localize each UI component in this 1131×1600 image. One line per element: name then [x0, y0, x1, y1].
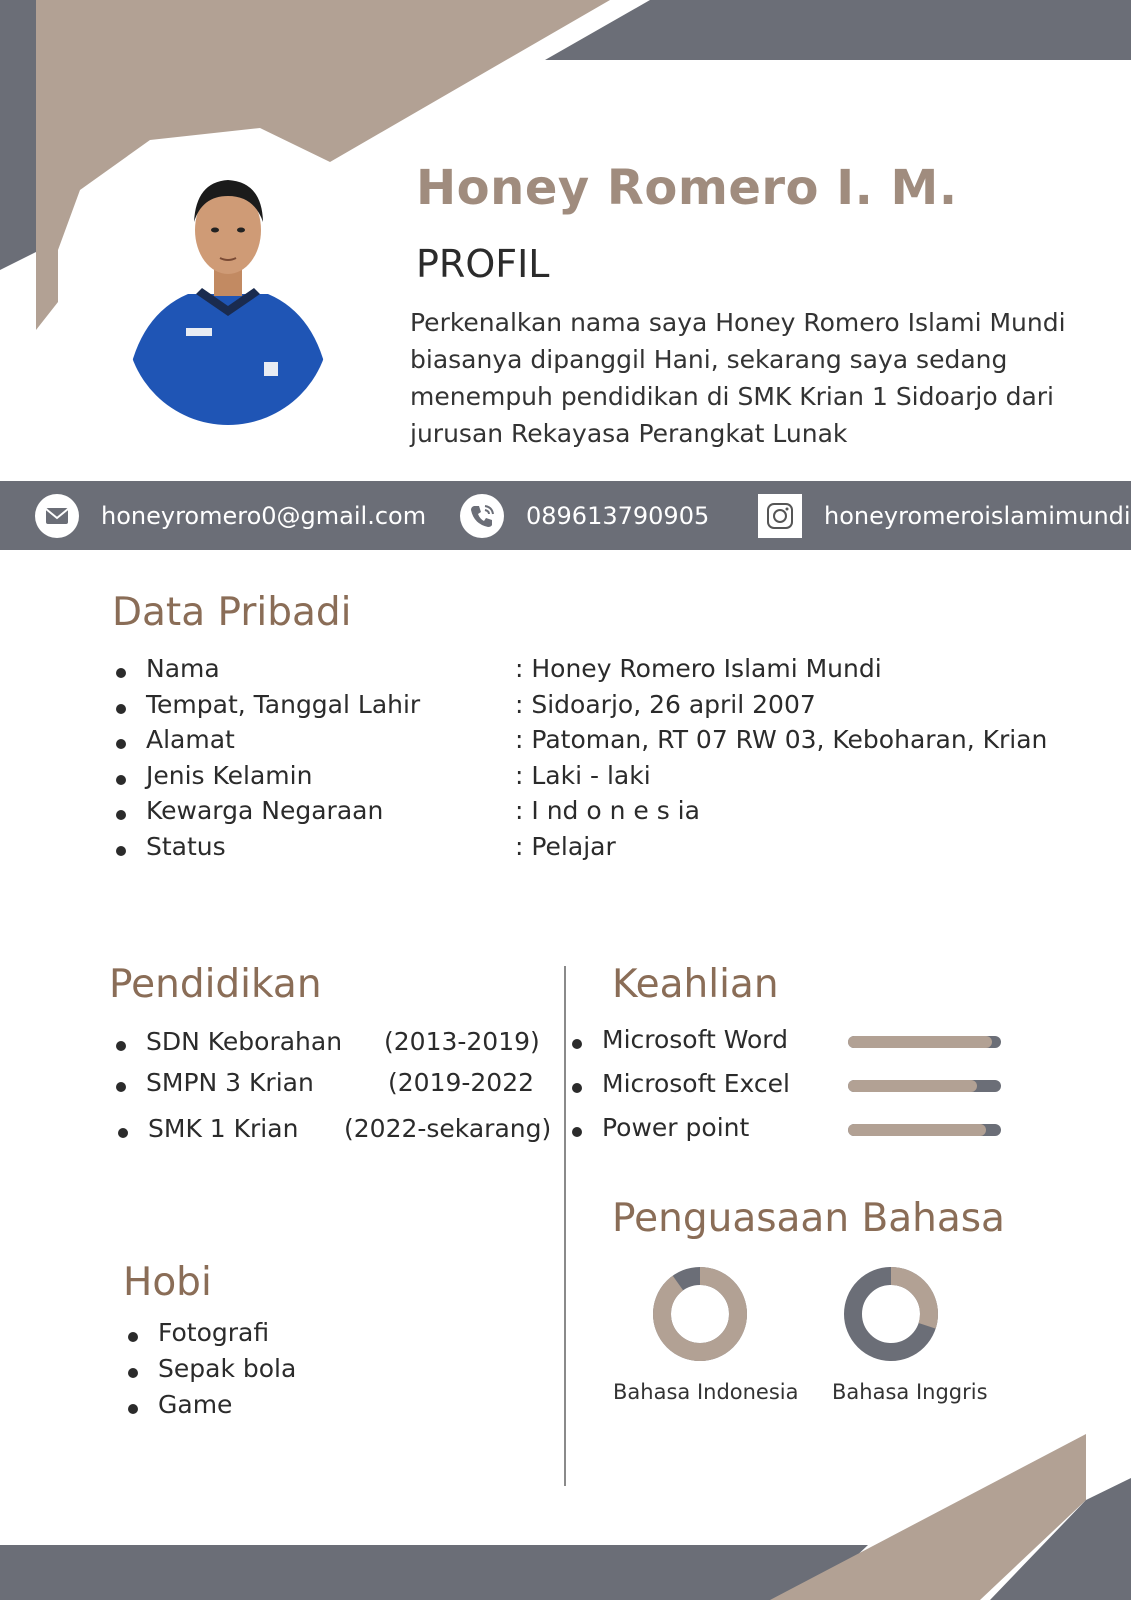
bullet [118, 1128, 128, 1138]
top-left-slate-strip [0, 0, 36, 270]
pendidikan-row: SMK 1 Krian (2022-sekarang) [114, 1114, 554, 1150]
data-pribadi-row: Tempat, Tanggal Lahir : Sidoarjo, 26 apr… [114, 690, 1114, 726]
data-pribadi-row: Jenis Kelamin : Laki - laki [114, 761, 1114, 797]
row-value: : I nd o n e s ia [515, 796, 700, 825]
school-name: SMK 1 Krian [148, 1114, 299, 1143]
hobi-label: Sepak bola [158, 1354, 297, 1383]
bullet [128, 1368, 138, 1378]
bullet [116, 1041, 126, 1051]
person-name: Honey Romero I. M. [416, 160, 958, 216]
school-name: SDN Keborahan [146, 1027, 343, 1056]
school-years: (2022-sekarang) [344, 1114, 552, 1143]
bullet [116, 775, 126, 785]
bahasa-title: Penguasaan Bahasa [612, 1196, 1005, 1241]
profile-photo [126, 180, 330, 425]
pendidikan-title: Pendidikan [109, 962, 322, 1007]
skill-bar-fill [848, 1080, 977, 1092]
email-text: honeyromero0@gmail.com [101, 501, 427, 530]
skill-bar-fill [848, 1036, 992, 1048]
phone-text: 089613790905 [526, 501, 710, 530]
skill-row: Microsoft Word [570, 1025, 1010, 1061]
hobi-label: Fotografi [158, 1318, 270, 1347]
bullet [116, 810, 126, 820]
row-label: Jenis Kelamin [146, 761, 313, 790]
row-label: Status [146, 832, 226, 861]
row-label: Kewarga Negaraan [146, 796, 384, 825]
skill-name: Microsoft Word [602, 1025, 788, 1054]
skill-bar [848, 1036, 1001, 1048]
bullet [116, 846, 126, 856]
language-label: Bahasa Indonesia [613, 1380, 799, 1404]
profil-line: biasanya dipanggil Hani, sekarang saya s… [410, 345, 1008, 374]
data-pribadi-title: Data Pribadi [112, 590, 352, 635]
profil-line: jurusan Rekayasa Perangkat Lunak [410, 419, 848, 448]
bullet [116, 668, 126, 678]
profil-description: Perkenalkan nama saya Honey Romero Islam… [410, 304, 1070, 452]
contact-instagram: honeyromeroislamimundi [758, 481, 1131, 550]
pendidikan-row: SMPN 3 Krian (2019-2022 [114, 1068, 554, 1104]
data-pribadi-row: Status : Pelajar [114, 832, 1114, 868]
donut-bahasa-indonesia [653, 1267, 747, 1361]
skill-bar-fill [848, 1124, 986, 1136]
data-pribadi-row: Alamat : Patoman, RT 07 RW 03, Keboharan… [114, 725, 1114, 761]
profil-line: Perkenalkan nama saya Honey Romero Islam… [410, 308, 1066, 337]
bullet [116, 704, 126, 714]
contact-bar: honeyromero0@gmail.com 089613790905 hone… [0, 481, 1131, 550]
bullet [572, 1127, 582, 1137]
row-value: : Pelajar [515, 832, 616, 861]
row-value: : Honey Romero Islami Mundi [515, 654, 882, 683]
bullet [128, 1332, 138, 1342]
bottom-slate-bar [0, 1545, 868, 1600]
bullet [572, 1039, 582, 1049]
data-pribadi-row: Nama : Honey Romero Islami Mundi [114, 654, 1114, 690]
data-pribadi-row: Kewarga Negaraan : I nd o n e s ia [114, 796, 1114, 832]
hobi-title: Hobi [123, 1260, 212, 1305]
row-value: : Patoman, RT 07 RW 03, Keboharan, Krian [515, 725, 1048, 754]
profil-title: PROFIL [416, 242, 550, 286]
bullet [128, 1404, 138, 1414]
top-right-slate-bar [545, 0, 1131, 60]
row-value: : Laki - laki [515, 761, 651, 790]
skill-bar [848, 1080, 1001, 1092]
contact-email: honeyromero0@gmail.com [35, 481, 426, 550]
row-label: Alamat [146, 725, 235, 754]
instagram-icon [758, 493, 802, 538]
keahlian-title: Keahlian [612, 962, 779, 1007]
phone-icon [460, 493, 504, 538]
row-label: Nama [146, 654, 220, 683]
profil-line: menempuh pendidikan di SMK Krian 1 Sidoa… [410, 382, 1054, 411]
donut-fill [653, 1267, 747, 1361]
language-label: Bahasa Inggris [832, 1380, 988, 1404]
skill-bar [848, 1124, 1001, 1136]
skill-row: Microsoft Excel [570, 1069, 1010, 1105]
skill-row: Power point [570, 1113, 1010, 1149]
bullet [116, 1082, 126, 1092]
instagram-text: honeyromeroislamimundi [824, 501, 1131, 530]
pendidikan-row: SDN Keborahan (2013-2019) [114, 1027, 554, 1063]
row-value: : Sidoarjo, 26 april 2007 [515, 690, 816, 719]
section-divider [564, 966, 566, 1486]
donut-bahasa-inggris [844, 1267, 938, 1361]
hobi-label: Game [158, 1390, 233, 1419]
mail-icon [35, 493, 79, 538]
bullet [116, 739, 126, 749]
school-years: (2013-2019) [384, 1027, 540, 1056]
contact-phone: 089613790905 [460, 481, 709, 550]
school-years: (2019-2022 [388, 1068, 535, 1097]
skill-name: Microsoft Excel [602, 1069, 790, 1098]
bullet [572, 1083, 582, 1093]
school-name: SMPN 3 Krian [146, 1068, 314, 1097]
row-label: Tempat, Tanggal Lahir [146, 690, 421, 719]
skill-name: Power point [602, 1113, 750, 1142]
